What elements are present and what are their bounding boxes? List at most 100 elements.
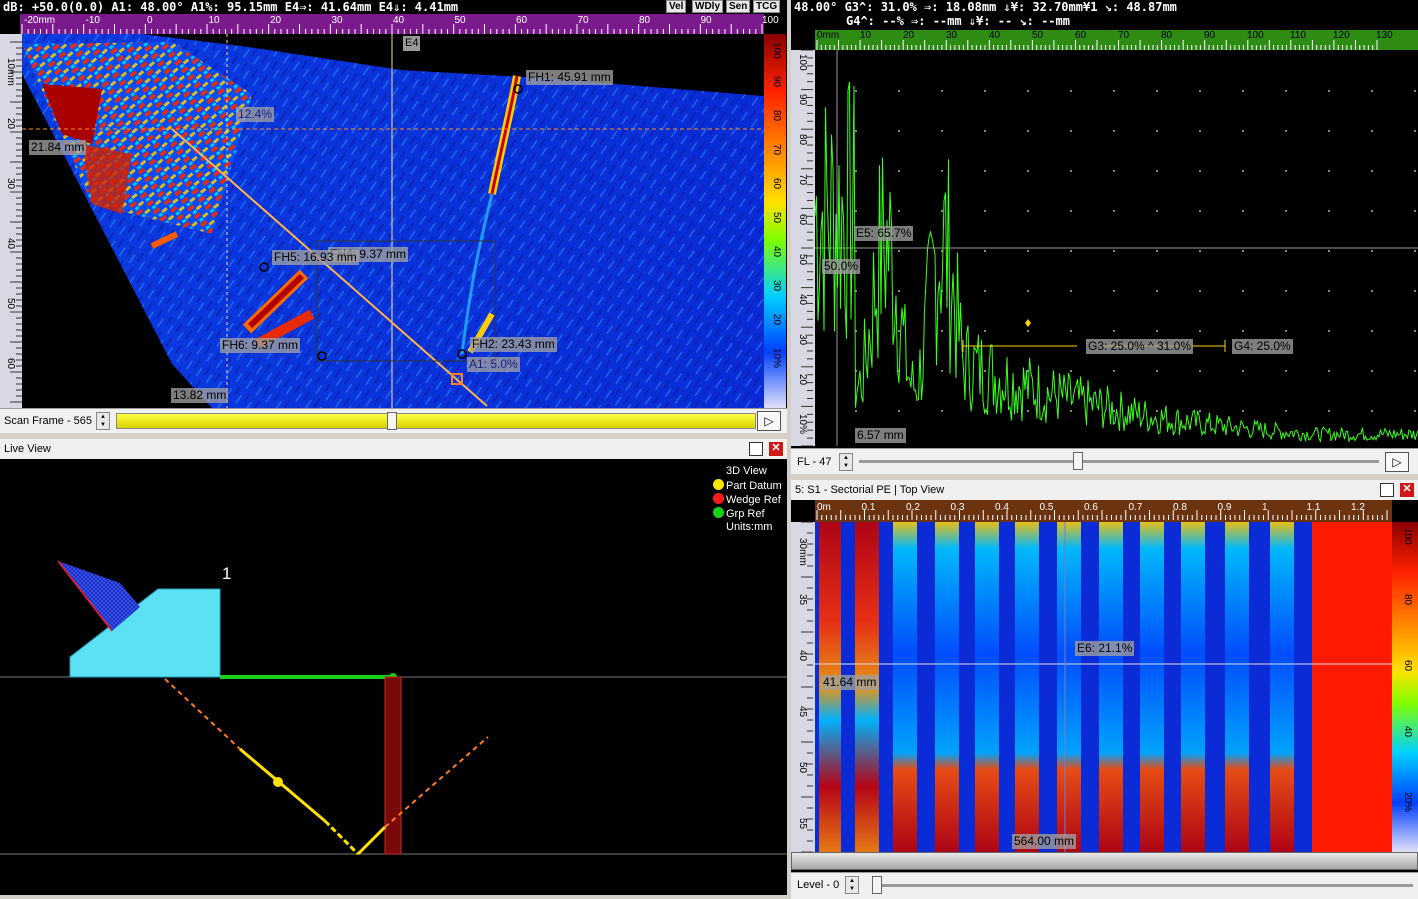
ascan-left-tick-9: 10% [797,414,808,435]
tcg-button[interactable]: TCG [753,0,781,13]
sscan-top-tick-4: 20 [270,15,282,26]
level-spinner[interactable]: ▲ ▼ [845,876,859,894]
cscan-image[interactable] [815,522,1392,852]
ascan-top-tick-9: 90 [1204,30,1216,41]
live-view-titlebar: Live View ✕ [0,439,787,459]
scan-frame-spinner[interactable]: ▲ ▼ [96,412,110,430]
wedge-delay-button[interactable]: WDly [692,0,723,13]
ascan-status-line2: G4^: --% ⇒: --mm ⇓¥: -- ↘: --mm [846,14,1070,28]
legend-grp-ref-label: Grp Ref [726,508,765,520]
ascan-top-tick-5: 50 [1032,30,1044,41]
level-label: Level - 0 [797,879,840,891]
sscan-left-tick-3: 40 [5,238,16,250]
fh2-measure-tag: FH2: 23.43 mm [470,337,557,352]
scan-frame-thumb[interactable] [387,412,397,430]
ascan-bottom-tag: 6.57 mm [855,428,906,443]
cscan-top-tick-9: 0.9 [1217,502,1232,513]
close-icon[interactable]: ✕ [769,442,783,456]
cscan-left-tick-4: 50 [797,762,808,774]
sscan-right-tick-9: 10% [771,348,782,369]
play-button[interactable]: ▷ [757,411,781,431]
red-dot-icon [713,493,724,504]
cscan-titlebar: 5: S1 - Sectorial PE | Top View ✕ [791,480,1418,500]
sscan-left-tick-0: 10mm [5,58,16,86]
cscan-top-tick-10: 1 [1262,502,1268,513]
live-view-title: Live View [4,443,51,455]
sscan-status: dB: +50.0(0.0) A1: 48.00° A1%: 95.15mm E… [3,0,459,14]
sscan-right-tick-5: 50 [771,212,782,224]
cscan-depth-tag: 41.64 mm [821,675,879,690]
sscan-right-tick-8: 20 [771,314,782,326]
legend-item-grp-ref: Grp Ref [713,507,765,520]
sscan-top-tick-11: 90 [700,15,712,26]
sscan-top-tick-12: 100 [762,15,779,26]
ascan-play-button[interactable]: ▷ [1385,452,1409,472]
sscan-top-ruler [20,14,764,34]
level-slider-bar: Level - 0 ▲ ▼ [791,872,1418,899]
cscan-top-tick-12: 1.2 [1351,502,1365,513]
level-track[interactable] [873,884,1413,887]
live-view-drawing [0,560,787,856]
sscan-top-tick-6: 40 [393,15,405,26]
cursor-e4-label: E4 [403,36,421,51]
legend-title: 3D View [726,465,767,477]
cscan-top-tick-8: 0.8 [1173,502,1187,513]
fl-label: FL - 47 [797,456,832,468]
cscan-top-tick-1: 0.1 [861,502,876,513]
amplitude-pct-tag: 12.4% [236,107,275,122]
cscan-right-tick-0: 100 [1402,528,1413,545]
ascan-left-ruler [791,50,815,446]
velocity-button[interactable]: Vel [666,0,687,13]
ascan-top-tick-6: 60 [1075,30,1087,41]
sscan-left-tick-1: 20 [5,118,16,130]
cscan-left-tick-0: 30mm [797,538,808,566]
cscan-maximize-icon[interactable] [1380,483,1394,497]
sscan-left-tick-4: 50 [5,298,16,310]
cscan-top-tick-2: 0.2 [906,502,920,513]
fl-thumb[interactable] [1073,452,1083,470]
cscan-hscroll[interactable] [791,852,1418,870]
cscan-top-tick-11: 1.1 [1306,502,1321,513]
ascan-top-tick-11: 110 [1290,30,1306,41]
yellow-dot-icon [713,479,724,490]
sscan-right-tick-2: 80 [771,110,782,122]
sscan-top-tick-9: 70 [577,15,589,26]
fh6-measure-tag: FH6: 9.37 mm [220,338,301,353]
sscan-right-tick-1: 90 [771,76,782,88]
ascan-panel: 48.00° G3^: 31.0% ⇒: 18.08mm ⇓¥: 32.70mm… [791,0,1418,448]
cscan-left-tick-2: 40 [797,650,808,662]
cscan-close-icon[interactable]: ✕ [1400,483,1414,497]
cscan-top-tick-0: 0m [817,502,831,513]
cscan-title: 5: S1 - Sectorial PE | Top View [795,484,945,496]
legend-wedge-ref-label: Wedge Ref [726,494,781,506]
scan-frame-track[interactable] [116,413,756,429]
cscan-right-tick-3: 40 [1402,726,1413,738]
ascan-top-tick-10: 100 [1247,30,1264,41]
ascan-left-tick-8: 20 [797,374,808,386]
sscan-image[interactable] [22,34,764,408]
sscan-top-tick-2: 0 [147,15,153,26]
ascan-top-tick-3: 30 [946,30,958,41]
ascan-left-tick-2: 80 [797,134,808,146]
probe-number-label: 1 [222,564,232,583]
ascan-top-tick-7: 70 [1118,30,1130,41]
live-view-canvas[interactable]: 1 3D View Part Datum Wedge Ref Grp Ref U… [0,459,787,895]
legend-item-wedge-ref: Wedge Ref [713,493,781,506]
sscan-left-tick-5: 60 [5,358,16,370]
fl-spinner[interactable]: ▲ ▼ [839,453,853,471]
maximize-icon[interactable] [749,442,763,456]
sscan-left-tick-2: 30 [5,178,16,190]
sensitivity-button[interactable]: Sen [726,0,751,13]
fl-track[interactable] [859,460,1379,463]
e5-cursor-tag: E5: 65.7% [854,226,914,241]
ascan-waveform[interactable] [815,50,1418,446]
ascan-left-tick-6: 40 [797,294,808,306]
legend-part-datum-label: Part Datum [726,480,782,492]
sscan-top-tick-3: 10 [208,15,220,26]
sscan-right-tick-0: 100 [771,42,782,59]
a1-amplitude-tag: A1: 5.0% [467,357,520,372]
scan-frame-label: Scan Frame - 565 [4,415,93,427]
level-thumb[interactable] [872,876,882,894]
ascan-top-tick-8: 80 [1161,30,1173,41]
cscan-right-tick-2: 60 [1402,660,1413,672]
